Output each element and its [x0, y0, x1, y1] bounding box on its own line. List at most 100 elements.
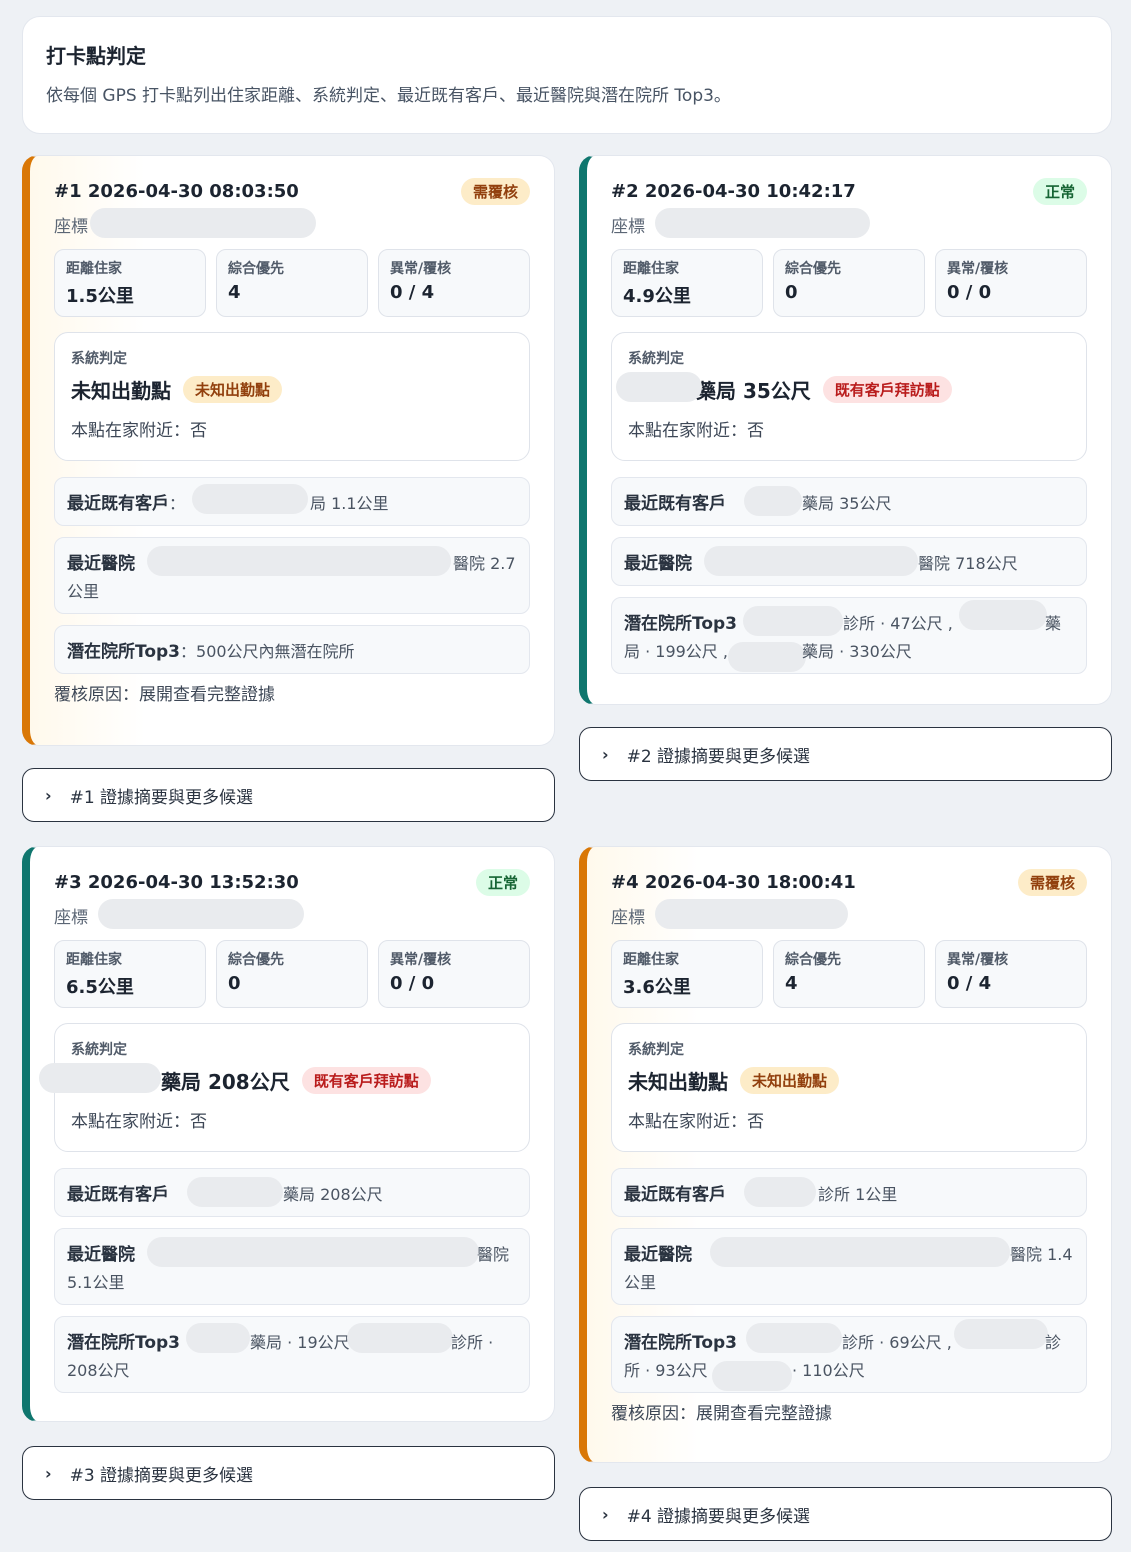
info-value: 醫院 2.7 [453, 554, 516, 573]
review-reason: 覆核原因：展開查看完整證據 [611, 1404, 832, 1424]
verdict-tag: 既有客戶拜訪點 [301, 1067, 431, 1094]
verdict-redacted [616, 372, 702, 402]
info-prefix: ： [169, 494, 186, 513]
nearest-hospital: 最近醫院 醫院 718公尺 [611, 537, 1087, 586]
potential-item: 診所 · 69公尺 , [842, 1333, 952, 1352]
evidence-toggle-1[interactable]: › #1 證據摘要與更多候選 [22, 768, 555, 822]
verdict-main: 藥局 208公尺 [161, 1070, 290, 1094]
potential-item: 208公尺 [67, 1361, 130, 1380]
potential-top3: 潛在院所Top3：500公尺內無潛在院所 [54, 625, 530, 674]
potential-item: 診所 · [451, 1333, 494, 1352]
verdict-redacted [39, 1063, 161, 1093]
metric-label: 異常/覆核 [390, 261, 452, 277]
metric-dist-home: 距離住家 4.9公里 [611, 249, 763, 317]
potential-redacted-1 [746, 1323, 842, 1353]
evidence-toggle-4[interactable]: › #4 證據摘要與更多候選 [579, 1487, 1112, 1541]
toggle-label: #3 證據摘要與更多候選 [69, 1465, 254, 1486]
page-title: 打卡點判定 [46, 44, 146, 68]
nearest-hospital: 最近醫院 醫院 1.4 公里 [611, 1228, 1087, 1305]
metric-label: 綜合優先 [228, 261, 284, 277]
info-value-cont: 5.1公里 [67, 1273, 125, 1292]
card-title: #2 2026-04-30 10:42:17 [611, 181, 856, 202]
nearest-hospital: 最近醫院 醫院 2.7 公里 [54, 537, 530, 614]
chevron-right-icon: › [45, 1463, 52, 1483]
info-value-cont: 公里 [624, 1273, 657, 1292]
nearest-customer: 最近既有客戶 診所 1公里 [611, 1168, 1087, 1217]
card-title: #4 2026-04-30 18:00:41 [611, 872, 856, 893]
coordinate-row: 座標 [54, 899, 530, 929]
checkin-card-4: #4 2026-04-30 18:00:41 需覆核 座標 距離住家 3.6公里… [579, 846, 1112, 1463]
metric-abnormal: 異常/覆核 0 / 0 [935, 249, 1087, 317]
info-label: 潛在院所Top3 [624, 614, 738, 634]
coord-label: 座標 [54, 908, 88, 928]
metric-label: 異常/覆核 [390, 952, 452, 968]
metric-priority: 綜合優先 4 [773, 940, 925, 1008]
metric-abnormal: 異常/覆核 0 / 0 [378, 940, 530, 1008]
metric-label: 異常/覆核 [947, 261, 1009, 277]
customer-redacted [744, 486, 802, 516]
metric-label: 異常/覆核 [947, 952, 1009, 968]
potential-item: 藥 [1045, 614, 1062, 633]
metric-abnormal: 異常/覆核 0 / 4 [378, 249, 530, 317]
metric-label: 距離住家 [623, 952, 679, 968]
nearest-hospital: 最近醫院 醫院 5.1公里 [54, 1228, 530, 1305]
metric-value: 0 [785, 282, 798, 303]
nearest-customer: 最近既有客戶 藥局 208公尺 [54, 1168, 530, 1217]
metric-priority: 綜合優先 4 [216, 249, 368, 317]
potential-redacted-3 [728, 642, 806, 672]
near-home-text: 本點在家附近：否 [71, 421, 207, 441]
metric-value: 3.6公里 [623, 977, 691, 998]
metric-value: 4.9公里 [623, 286, 691, 307]
metric-priority: 綜合優先 0 [216, 940, 368, 1008]
chevron-right-icon: › [602, 1504, 609, 1524]
verdict-main: 未知出勤點 [71, 379, 171, 403]
metric-value: 4 [785, 973, 798, 994]
metric-label: 綜合優先 [785, 261, 841, 277]
verdict-main: 藥局 35公尺 [696, 379, 811, 403]
toggle-label: #2 證據摘要與更多候選 [626, 746, 811, 767]
chevron-right-icon: › [45, 785, 52, 805]
potential-item: 局 · 199公尺 , [624, 642, 728, 661]
coord-label: 座標 [54, 217, 88, 237]
info-value: 醫院 718公尺 [918, 554, 1018, 573]
system-verdict: 系統判定 藥局 35公尺 既有客戶拜訪點 本點在家附近：否 [611, 332, 1087, 461]
coordinate-redacted [90, 208, 316, 238]
customer-redacted [192, 484, 308, 514]
potential-redacted-2 [954, 1319, 1048, 1349]
metric-label: 綜合優先 [785, 952, 841, 968]
hospital-redacted [710, 1237, 1010, 1267]
review-reason: 覆核原因：展開查看完整證據 [54, 685, 275, 705]
metric-value: 0 / 0 [947, 282, 992, 303]
evidence-toggle-3[interactable]: › #3 證據摘要與更多候選 [22, 1446, 555, 1500]
metric-dist-home: 距離住家 3.6公里 [611, 940, 763, 1008]
near-home-text: 本點在家附近：否 [71, 1112, 207, 1132]
card-title: #3 2026-04-30 13:52:30 [54, 872, 299, 893]
status-badge: 需覆核 [1017, 869, 1087, 896]
potential-top3: 潛在院所Top3 診所 · 47公尺 , 藥 局 · 199公尺 , 藥局 · … [611, 597, 1087, 674]
verdict-tag: 既有客戶拜訪點 [822, 376, 952, 403]
metric-label: 距離住家 [623, 261, 679, 277]
chevron-right-icon: › [602, 744, 609, 764]
nearest-customer: 最近既有客戶： 局 1.1公里 [54, 477, 530, 526]
info-label: 最近既有客戶 [67, 494, 169, 514]
evidence-toggle-2[interactable]: › #2 證據摘要與更多候選 [579, 727, 1112, 781]
info-label: 潛在院所Top3 [624, 1333, 738, 1353]
info-label: 最近醫院 [67, 554, 135, 574]
metric-label: 距離住家 [66, 261, 122, 277]
potential-item: 診所 · 47公尺 , [843, 614, 953, 633]
info-label: 最近醫院 [624, 554, 692, 574]
metric-label: 綜合優先 [228, 952, 284, 968]
potential-top3: 潛在院所Top3 藥局 · 19公尺 診所 · 208公尺 [54, 1316, 530, 1393]
metric-dist-home: 距離住家 1.5公里 [54, 249, 206, 317]
potential-redacted-3 [712, 1361, 792, 1391]
info-label: 最近醫院 [67, 1245, 135, 1265]
info-label: 最近既有客戶 [624, 494, 726, 514]
status-badge: 正常 [475, 869, 530, 896]
info-label: 最近既有客戶 [67, 1185, 169, 1205]
verdict-main: 未知出勤點 [628, 1070, 728, 1094]
metric-dist-home: 距離住家 6.5公里 [54, 940, 206, 1008]
verdict-tag: 未知出勤點 [740, 1067, 840, 1094]
info-value: 醫院 [477, 1245, 510, 1264]
coordinate-row: 座標 [54, 208, 530, 238]
hospital-redacted [147, 546, 451, 576]
